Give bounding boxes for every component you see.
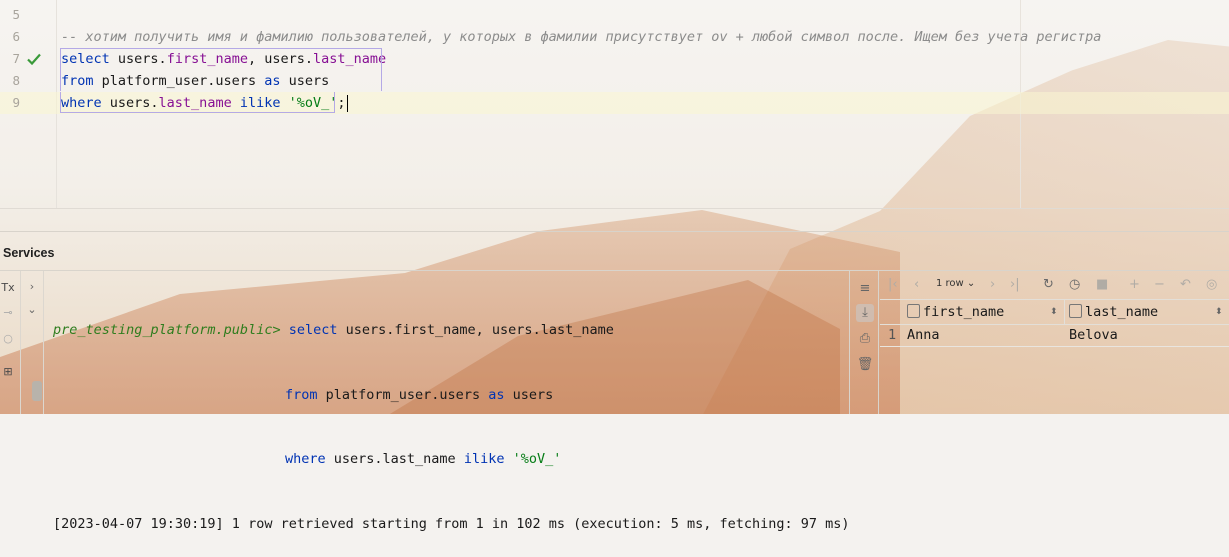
console-prompt: pre_testing_platform.public> (53, 322, 281, 338)
sql-keyword: from (61, 73, 94, 89)
sql-identifier: platform_user.users (93, 73, 265, 89)
sql-keyword: select (61, 51, 110, 67)
sql-keyword: ilike (239, 95, 281, 111)
result-grid-header: first_name ⬍ last_name ⬍ (880, 299, 1229, 325)
line-number: 7 (12, 51, 20, 66)
result-side-toolbar: ≡ ⤓ ⎙ 🗑 (850, 271, 878, 414)
editor-line[interactable]: 8 from platform_user.users as users (0, 70, 1229, 92)
sql-line: where users.last_name ilike '%oV_'; (61, 92, 348, 114)
sort-icon[interactable]: ⬍ (1215, 300, 1223, 324)
cell-first-name[interactable]: Anna (907, 324, 940, 346)
editor-line-current[interactable]: 9 where users.last_name ilike '%oV_'; (0, 92, 1229, 114)
console-line: pre_testing_platform.public> select user… (53, 320, 850, 342)
column-icon (907, 304, 920, 318)
table-row[interactable]: 1 Anna Belova (880, 324, 1229, 347)
delete-row-icon[interactable]: − (1154, 276, 1165, 294)
sql-editor[interactable]: 5 6 -- хотим получить имя и фамилию поль… (0, 0, 1229, 208)
prev-page-icon[interactable]: ‹ (914, 276, 919, 294)
editor-line[interactable]: 6 -- хотим получить имя и фамилию пользо… (0, 26, 1229, 48)
editor-line[interactable]: 5 (0, 4, 1229, 26)
tx-mode-icon[interactable]: Tx (0, 280, 16, 296)
first-page-icon[interactable]: |‹ (888, 276, 898, 294)
cell-last-name[interactable]: Belova (1069, 324, 1118, 346)
revert-icon[interactable]: ↶ (1180, 276, 1191, 294)
page-size-select[interactable]: 1 row ⌄ (936, 278, 975, 289)
layout-icon[interactable]: ⊞ (0, 364, 16, 380)
line-number: 6 (12, 29, 20, 44)
next-page-icon[interactable]: › (990, 276, 995, 294)
sql-identifier: users (280, 73, 330, 89)
print-icon[interactable]: ⎙ (856, 330, 874, 348)
line-number: 9 (12, 95, 20, 110)
sql-field: first_name (166, 51, 248, 67)
services-title[interactable]: Services (3, 246, 54, 260)
chevron-down-icon[interactable]: ⌄ (25, 303, 39, 317)
column-icon (1069, 304, 1082, 318)
sql-text: users.first_name, users.last_name (337, 322, 614, 338)
sql-text: users (504, 386, 554, 403)
line-number: 5 (12, 7, 20, 22)
add-row-icon[interactable]: + (1129, 276, 1140, 294)
chevron-right-icon[interactable]: › (25, 280, 39, 294)
text-caret (346, 94, 348, 112)
sql-keyword: where (61, 95, 102, 111)
sql-field: last_name (158, 95, 232, 111)
sql-punctuation: ; (337, 95, 346, 111)
services-toolbar-border (0, 270, 1229, 271)
sql-text: platform_user.users (317, 386, 489, 403)
history-icon[interactable]: ◷ (1069, 276, 1080, 294)
sql-identifier: users. (101, 95, 159, 111)
soft-wrap-icon[interactable]: ≡ (856, 280, 874, 298)
check-icon[interactable] (26, 51, 42, 67)
line-number: 8 (12, 73, 20, 88)
column-separator[interactable] (1064, 300, 1065, 324)
view-icon[interactable]: ◎ (1206, 276, 1217, 294)
refresh-icon[interactable]: ↻ (1043, 276, 1054, 294)
result-grid-toolbar: |‹ ‹ 1 row ⌄ › ›| ↻ ◷ ■ + − ↶ ◎ (880, 274, 1229, 298)
sql-line: from platform_user.users as users (61, 70, 329, 92)
sql-string: '%oV_' (504, 451, 562, 467)
sql-keyword: ilike (463, 451, 505, 467)
services-left-toolbar: Tx ⊸ ○ ⊞ (0, 271, 18, 414)
sql-string: '%oV_' (288, 95, 338, 111)
sql-field: last_name (313, 51, 387, 67)
trash-icon[interactable]: 🗑 (856, 356, 874, 374)
sql-identifier: users. (117, 51, 167, 67)
sql-keyword: from (285, 386, 318, 403)
stop-icon[interactable]: ■ (1096, 276, 1108, 294)
column-header-first-name[interactable]: first_name (907, 300, 1004, 324)
console-line: from platform_user.users as users (53, 385, 850, 407)
editor-line[interactable]: 7 select users.first_name, users.last_na… (0, 48, 1229, 70)
panel-divider (878, 271, 879, 414)
column-header-last-name[interactable]: last_name (1069, 300, 1158, 324)
sql-keyword: as (488, 386, 505, 403)
query-console-output: pre_testing_platform.public> select user… (53, 277, 850, 557)
page-size-label: 1 row (936, 278, 964, 289)
sql-text: users.last_name (325, 451, 464, 467)
scroll-to-end-icon[interactable]: ⤓ (856, 304, 874, 322)
services-top-border (0, 231, 1229, 232)
sql-line: select users.first_name, users.last_name (61, 48, 386, 70)
console-log-line: [2023-04-07 19:30:19] 1 row retrieved st… (53, 515, 850, 532)
sort-icon[interactable]: ⬍ (1050, 300, 1058, 324)
sql-keyword: where (285, 451, 326, 467)
sql-identifier: , users. (247, 51, 314, 67)
rollback-icon[interactable]: ○ (0, 331, 16, 347)
sql-comment: -- хотим получить имя и фамилию пользова… (61, 29, 1102, 45)
column-name: last_name (1085, 304, 1159, 320)
sql-keyword: as (264, 73, 281, 89)
row-number: 1 (888, 327, 897, 343)
sql-keyword: select (288, 322, 338, 338)
column-name: first_name (923, 304, 1005, 320)
scrollbar-thumb[interactable] (32, 381, 42, 401)
commit-icon[interactable]: ⊸ (0, 305, 16, 321)
console-line: where users.last_name ilike '%oV_' (53, 449, 850, 471)
last-page-icon[interactable]: ›| (1010, 276, 1020, 294)
editor-bottom-border (0, 208, 1229, 209)
